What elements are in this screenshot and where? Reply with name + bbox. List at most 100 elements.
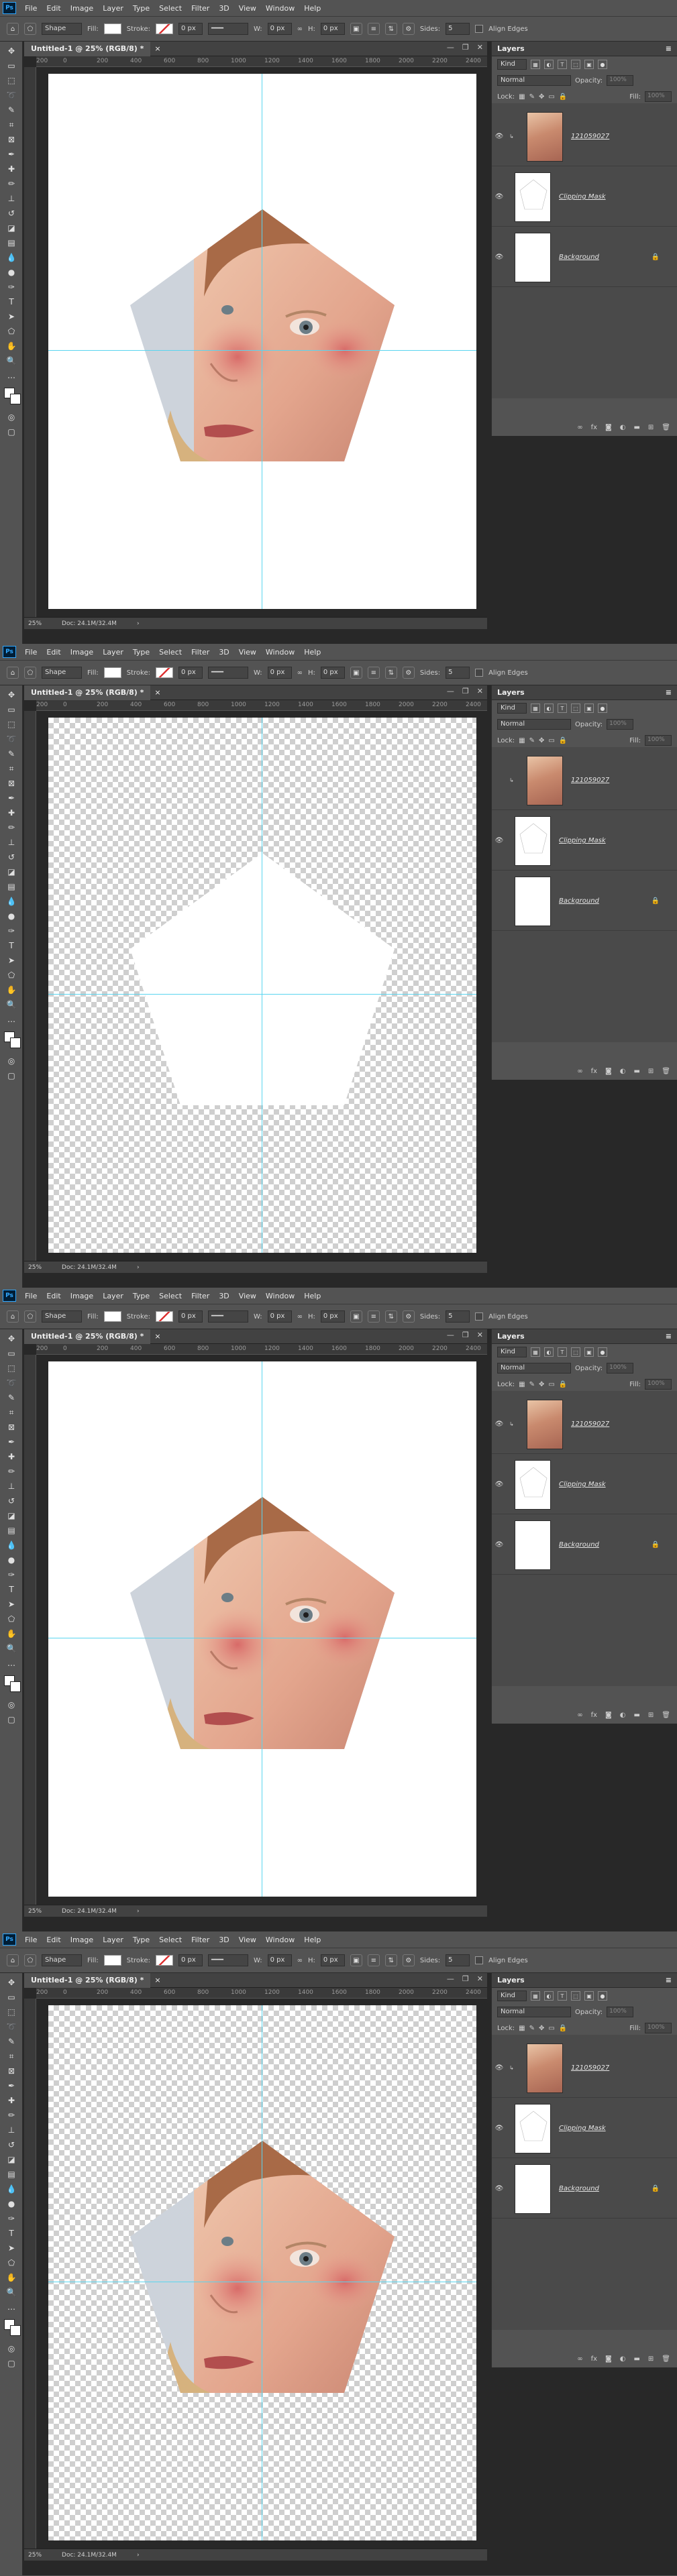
path-select-tool-icon[interactable]: ➤ — [5, 310, 18, 323]
artboard-tool-icon[interactable]: ▭ — [5, 1991, 18, 2004]
status-arrow-icon[interactable]: › — [137, 1264, 140, 1271]
canvas[interactable] — [48, 718, 476, 1253]
move-tool-icon[interactable]: ✥ — [5, 44, 18, 58]
align-edges-checkbox[interactable] — [475, 25, 484, 33]
menu-select[interactable]: Select — [154, 1936, 187, 1944]
quick-mask-icon[interactable]: ◎ — [5, 1054, 18, 1068]
pen-tool-icon[interactable]: ✑ — [5, 280, 18, 294]
path-arrangement-icon[interactable]: ⇅ — [384, 1954, 397, 1966]
path-alignment-icon[interactable]: ≡ — [367, 1310, 380, 1323]
new-group-icon[interactable]: ▬ — [633, 1712, 639, 1719]
adjustment-layer-icon[interactable]: ◐ — [620, 2355, 626, 2363]
menu-help[interactable]: Help — [299, 4, 325, 13]
visibility-eye-icon[interactable]: 👁 — [492, 1541, 507, 1549]
more-tools-icon[interactable]: … — [5, 1013, 18, 1026]
layer-photo[interactable]: 👁 ↳ 121059027 — [492, 1395, 677, 1454]
blur-tool-icon[interactable]: 💧 — [5, 1538, 18, 1552]
menu-edit[interactable]: Edit — [42, 4, 65, 13]
adjustment-filter-icon[interactable]: ◐ — [544, 1347, 554, 1357]
frame-tool-icon[interactable]: ⊠ — [5, 133, 18, 146]
minimize-icon[interactable]: — — [447, 687, 454, 695]
dodge-tool-icon[interactable]: ● — [5, 909, 18, 923]
history-brush-tool-icon[interactable]: ↺ — [5, 1494, 18, 1508]
fill-swatch[interactable] — [103, 1311, 121, 1322]
menu-file[interactable]: File — [20, 648, 42, 657]
layers-panel-title[interactable]: Layers — [497, 1976, 525, 1984]
link-layers-icon[interactable]: ∞ — [577, 2355, 582, 2363]
home-icon[interactable]: ⌂ — [7, 667, 19, 679]
layer-clipping-mask[interactable]: 👁 Clipping Mask — [492, 811, 677, 871]
eraser-tool-icon[interactable]: ◪ — [5, 865, 18, 879]
restore-icon[interactable]: ❐ — [462, 43, 469, 52]
close-icon[interactable]: ✕ — [477, 1331, 483, 1339]
eraser-tool-icon[interactable]: ◪ — [5, 2153, 18, 2166]
width-field[interactable]: 0 px — [267, 667, 292, 679]
path-select-tool-icon[interactable]: ➤ — [5, 954, 18, 967]
close-tab-icon[interactable]: × — [154, 688, 160, 697]
clone-stamp-tool-icon[interactable]: ⊥ — [5, 836, 18, 849]
visibility-eye-icon[interactable]: 👁 — [492, 777, 507, 784]
pixel-filter-icon[interactable]: ▦ — [531, 60, 540, 69]
artboard-tool-icon[interactable]: ▭ — [5, 703, 18, 716]
lock-pixels-icon[interactable]: ▦ — [519, 1381, 525, 1388]
menu-filter[interactable]: Filter — [187, 648, 214, 657]
menu-type[interactable]: Type — [128, 4, 154, 13]
close-tab-icon[interactable]: × — [154, 1332, 160, 1341]
tool-mode-select[interactable]: Shape — [42, 1310, 82, 1323]
blur-tool-icon[interactable]: 💧 — [5, 895, 18, 908]
blur-tool-icon[interactable]: 💧 — [5, 251, 18, 264]
menu-layer[interactable]: Layer — [98, 1292, 128, 1300]
gear-icon[interactable]: ⚙ — [402, 667, 415, 679]
brush-tool-icon[interactable]: ✏ — [5, 1465, 18, 1478]
type-tool-icon[interactable]: T — [5, 295, 18, 309]
delete-layer-icon[interactable]: 🗑 — [662, 424, 670, 431]
stroke-size-field[interactable]: 0 px — [178, 1954, 203, 1966]
lock-all-icon[interactable]: 🔒 — [559, 1381, 567, 1388]
polygon-shape-tool-icon[interactable]: ⬠ — [5, 325, 18, 338]
background-color-swatch[interactable] — [10, 1038, 21, 1048]
visibility-eye-icon[interactable]: 👁 — [492, 897, 507, 905]
path-arrangement-icon[interactable]: ⇅ — [384, 1310, 397, 1323]
healing-brush-tool-icon[interactable]: ✚ — [5, 2094, 18, 2107]
artboard-tool-icon[interactable]: ▭ — [5, 59, 18, 72]
lock-paint-icon[interactable]: ✎ — [529, 93, 535, 101]
add-mask-icon[interactable]: ◙ — [605, 2355, 612, 2363]
menu-view[interactable]: View — [234, 648, 261, 657]
stroke-swatch[interactable] — [155, 1955, 173, 1966]
layer-name[interactable]: 121059027 — [571, 133, 609, 140]
layer-style-icon[interactable]: fx — [591, 1068, 597, 1075]
new-layer-icon[interactable]: ⊞ — [648, 1712, 654, 1719]
document-tab[interactable]: Untitled-1 @ 25% (RGB/8) * — [24, 1329, 151, 1344]
link-icon[interactable]: ∞ — [297, 1957, 303, 1964]
layer-name[interactable]: Clipping Mask — [559, 837, 606, 844]
artboard-tool-icon[interactable]: ▭ — [5, 1347, 18, 1360]
polygon-tool-icon[interactable]: ⬠ — [24, 667, 36, 679]
status-arrow-icon[interactable]: › — [137, 620, 140, 627]
polygon-shape-tool-icon[interactable]: ⬠ — [5, 968, 18, 982]
stroke-swatch[interactable] — [155, 1311, 173, 1322]
crop-tool-icon[interactable]: ⌗ — [5, 762, 18, 775]
crop-tool-icon[interactable]: ⌗ — [5, 118, 18, 131]
path-arrangement-icon[interactable]: ⇅ — [384, 23, 397, 35]
hand-tool-icon[interactable]: ✋ — [5, 1627, 18, 1640]
menu-help[interactable]: Help — [299, 1936, 325, 1944]
menu-3d[interactable]: 3D — [214, 648, 233, 657]
type-filter-icon[interactable]: T — [558, 704, 567, 713]
screen-mode-icon[interactable]: ▢ — [5, 2357, 18, 2370]
eraser-tool-icon[interactable]: ◪ — [5, 221, 18, 235]
hand-tool-icon[interactable]: ✋ — [5, 2271, 18, 2284]
type-filter-icon[interactable]: T — [558, 1991, 567, 2001]
gradient-tool-icon[interactable]: ▤ — [5, 880, 18, 893]
canvas[interactable] — [48, 74, 476, 609]
new-layer-icon[interactable]: ⊞ — [648, 1068, 654, 1075]
lock-pixels-icon[interactable]: ▦ — [519, 2025, 525, 2032]
polygon-tool-icon[interactable]: ⬠ — [24, 23, 36, 35]
layer-name[interactable]: 121059027 — [571, 777, 609, 784]
lock-paint-icon[interactable]: ✎ — [529, 2025, 535, 2032]
restore-icon[interactable]: ❐ — [462, 687, 469, 695]
lock-position-icon[interactable]: ✥ — [539, 2025, 544, 2032]
type-filter-icon[interactable]: T — [558, 1347, 567, 1357]
sides-field[interactable]: 5 — [446, 1954, 470, 1966]
sides-field[interactable]: 5 — [446, 1310, 470, 1323]
polygon-tool-icon[interactable]: ⬠ — [24, 1954, 36, 1966]
